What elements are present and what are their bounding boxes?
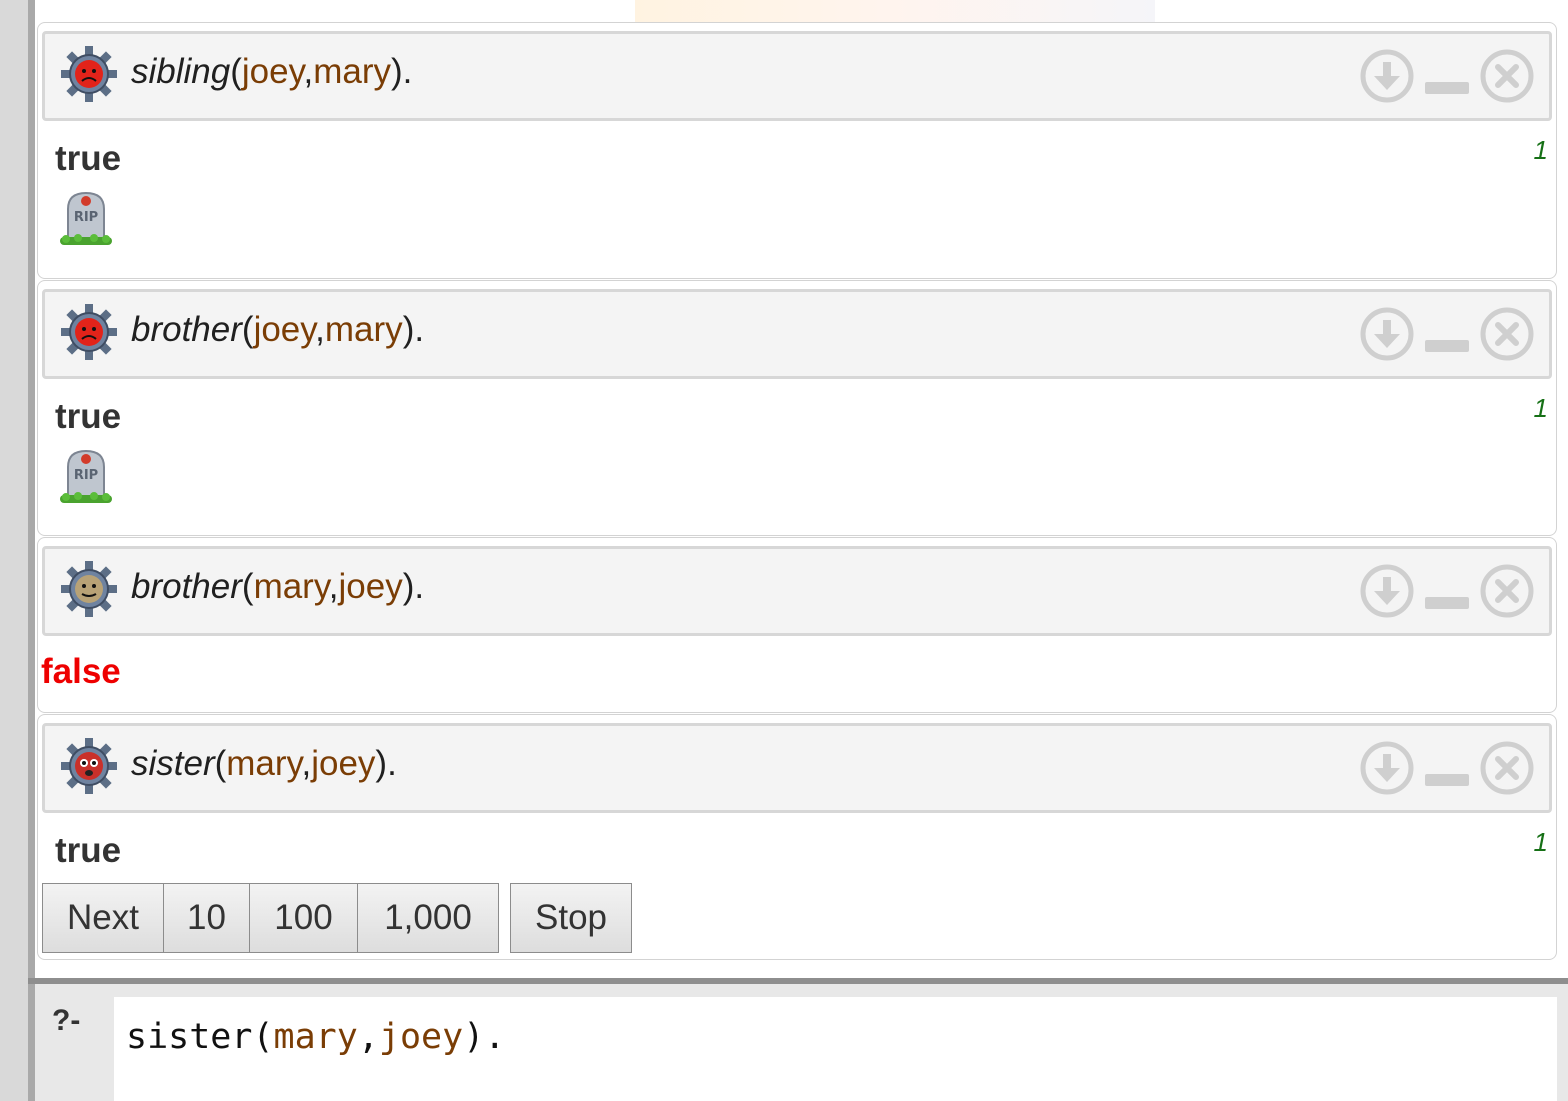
answer-count: 1 <box>1533 135 1548 165</box>
query-header: brother(mary,joey). <box>42 546 1552 636</box>
next-100-button[interactable]: 100 <box>250 883 358 953</box>
minimize-icon[interactable] <box>1419 563 1475 619</box>
query-close-paren: ). <box>375 744 397 783</box>
query-text: sibling(joey,mary). <box>131 52 412 92</box>
close-icon[interactable] <box>1479 48 1535 104</box>
next-10-button[interactable]: 10 <box>164 883 250 953</box>
red-sad-face-gear-icon <box>60 303 118 361</box>
close-icon[interactable] <box>1479 563 1535 619</box>
minimize-icon[interactable] <box>1419 48 1475 104</box>
query-text: brother(mary,joey). <box>131 567 424 607</box>
query-arg-2: joey <box>311 744 376 783</box>
query-arg-2: joey <box>338 567 403 606</box>
neutral-face-gear-icon <box>60 560 118 618</box>
query-close-paren: ). <box>391 52 413 91</box>
rip-tombstone-icon <box>59 450 113 504</box>
next-button[interactable]: Next <box>42 883 164 953</box>
answer-count: 1 <box>1533 827 1548 857</box>
editor-arg-1: mary <box>273 1017 358 1057</box>
stop-button[interactable]: Stop <box>510 883 632 953</box>
answer-count: 1 <box>1533 393 1548 423</box>
query-text: sister(mary,joey). <box>131 744 397 784</box>
query-editor-text[interactable]: sister(mary,joey). <box>126 1017 505 1057</box>
query-arg-2: mary <box>324 310 403 349</box>
query-header: sibling(joey,mary). <box>42 31 1552 121</box>
download-icon[interactable] <box>1359 563 1415 619</box>
minimize-icon[interactable] <box>1419 740 1475 796</box>
query-predicate: brother <box>131 310 242 349</box>
answer-false: false <box>41 652 121 691</box>
query-open-paren: ( <box>241 567 254 606</box>
query-arg-separator: , <box>315 310 325 349</box>
running-face-gear-icon <box>60 737 118 795</box>
editor-close-paren: ). <box>463 1017 506 1057</box>
query-header: brother(joey,mary). <box>42 289 1552 379</box>
query-answer-box: brother(mary,joey). false <box>37 537 1557 713</box>
editor-predicate: sister <box>126 1017 253 1057</box>
download-icon[interactable] <box>1359 306 1415 362</box>
minimize-icon[interactable] <box>1419 306 1475 362</box>
download-icon[interactable] <box>1359 740 1415 796</box>
query-answer-box: sibling(joey,mary). true 1 <box>37 22 1557 279</box>
download-icon[interactable] <box>1359 48 1415 104</box>
query-arg-separator: , <box>301 744 312 783</box>
close-icon[interactable] <box>1479 306 1535 362</box>
query-arg-1: mary <box>226 744 302 783</box>
query-prompt: ?- <box>52 1004 81 1037</box>
query-predicate: brother <box>131 567 242 606</box>
query-predicate: sister <box>131 744 215 783</box>
query-close-paren: ). <box>402 567 425 606</box>
editor-open-paren: ( <box>252 1017 274 1057</box>
next-1000-button[interactable]: 1,000 <box>358 883 499 953</box>
rip-tombstone-icon <box>59 192 113 246</box>
query-arg-2: mary <box>313 52 392 91</box>
query-arg-1: mary <box>253 567 329 606</box>
query-close-paren: ). <box>402 310 425 349</box>
query-open-paren: ( <box>241 310 254 349</box>
query-arg-1: joey <box>241 52 304 91</box>
query-text: brother(joey,mary). <box>131 310 424 350</box>
answer-true: true <box>55 139 122 178</box>
query-answer-box: brother(joey,mary). true 1 <box>37 280 1557 536</box>
query-header: sister(mary,joey). <box>42 723 1552 813</box>
answer-true: true <box>55 831 122 870</box>
query-answer-box: sister(mary,joey). true 1 Next 10 100 1,… <box>37 714 1557 960</box>
query-editor[interactable]: sister(mary,joey). <box>114 997 1557 1101</box>
query-predicate: sibling <box>131 52 231 91</box>
answer-true: true <box>55 397 122 436</box>
query-arg-1: joey <box>253 310 316 349</box>
query-arg-separator: , <box>303 52 314 91</box>
background-logo-fragment <box>635 0 1155 22</box>
close-icon[interactable] <box>1479 740 1535 796</box>
editor-arg-separator: , <box>357 1017 379 1057</box>
query-open-paren: ( <box>214 744 227 783</box>
editor-arg-2: joey <box>378 1017 464 1057</box>
left-gutter <box>0 0 35 1101</box>
red-sad-face-gear-icon <box>60 45 118 103</box>
more-solutions-button-group: Next 10 100 1,000 <box>42 883 499 953</box>
query-open-paren: ( <box>230 52 242 91</box>
